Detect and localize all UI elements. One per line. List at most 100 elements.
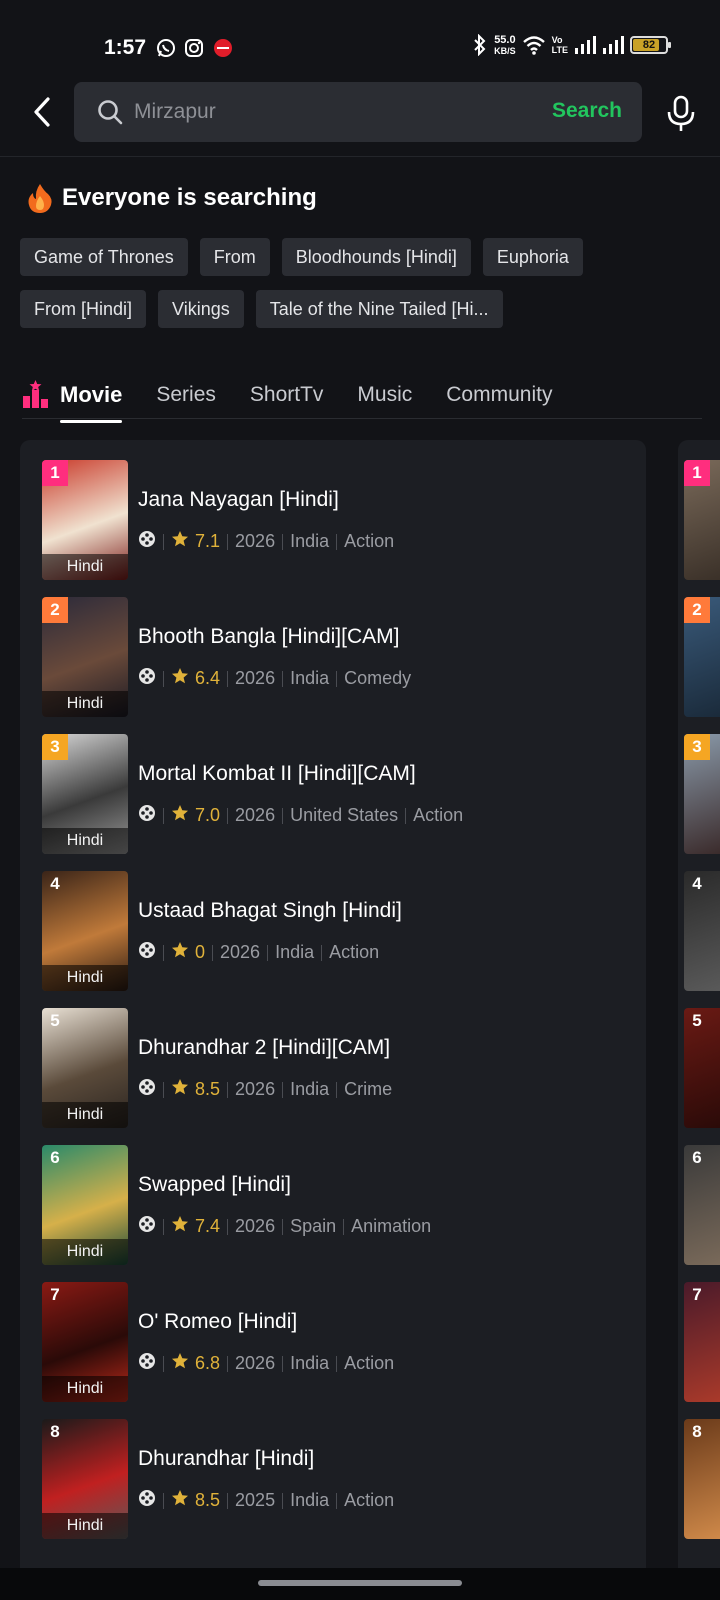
rating-value: 7.0 <box>195 805 221 825</box>
film-reel-icon <box>138 667 156 690</box>
meta-separator <box>163 1492 164 1509</box>
wifi-icon <box>522 36 545 55</box>
movie-row[interactable]: 6 Hindi Swapped [Hindi] 7.4 2026 Spain Animati… <box>20 1125 646 1265</box>
trending-chip[interactable]: From [Hindi] <box>20 290 147 328</box>
movie-genre: Action <box>344 1490 395 1510</box>
movie-row[interactable]: 7 Hindi O' Romeo [Hindi] 6.8 2026 India Action <box>20 1262 646 1402</box>
back-arrow-icon <box>34 97 50 127</box>
status-bar: 1:57 55.0 KB/S Vo LTE 82 <box>0 0 720 80</box>
ranking-icon <box>23 380 48 408</box>
tab-shorttv[interactable]: ShortTv <box>250 375 324 415</box>
chip-row: Game of Thrones From Bloodhounds [Hindi] Eu… <box>20 238 710 276</box>
movie-country: United States <box>290 805 399 825</box>
movie-rating: 7.1 <box>171 530 220 553</box>
movie-poster: 3 Hindi <box>42 734 128 854</box>
rating-value: 6.4 <box>195 668 221 688</box>
back-button[interactable] <box>26 92 58 132</box>
movie-rating: 7.4 <box>171 1215 220 1238</box>
meta-separator <box>212 944 214 961</box>
volte-label: Vo LTE <box>551 35 568 55</box>
meta-separator <box>282 670 284 687</box>
movie-poster: 6 Hindi <box>42 1145 128 1265</box>
rank-badge: 4 <box>692 874 702 893</box>
tab-series[interactable]: Series <box>156 375 216 415</box>
search-button[interactable]: Search <box>552 99 622 123</box>
movie-year: 2026 <box>235 1079 276 1099</box>
movie-meta: 8.5 2025 India Action <box>138 1489 394 1512</box>
rank-badge: 8 <box>50 1422 60 1441</box>
battery-icon: 82 <box>630 36 671 54</box>
trending-chip[interactable]: Tale of the Nine Tailed [Hi... <box>255 290 503 328</box>
language-tag: Hindi <box>42 1513 128 1539</box>
movie-rating: 8.5 <box>171 1489 220 1512</box>
movie-year: 2026 <box>220 942 261 962</box>
movie-poster: 7 Hindi <box>42 1282 128 1402</box>
trending-chip[interactable]: Vikings <box>158 290 244 328</box>
home-indicator[interactable] <box>258 1580 462 1586</box>
second-ranking-list-peek[interactable]: 1 2 3 4 5 6 7 8 <box>678 440 720 1580</box>
movie-title: Jana Nayagan [Hindi] <box>138 488 339 511</box>
peek-poster: 7 <box>684 1282 720 1402</box>
tab-music[interactable]: Music <box>357 375 412 415</box>
tab-movie[interactable]: Movie <box>60 375 123 423</box>
movie-title: Ustaad Bhagat Singh [Hindi] <box>138 899 402 922</box>
meta-separator <box>282 1081 284 1098</box>
trending-chip[interactable]: Euphoria <box>482 238 583 276</box>
trending-chip[interactable]: Game of Thrones <box>20 238 188 276</box>
film-reel-icon <box>138 1352 156 1375</box>
movie-row[interactable]: 5 Hindi Dhurandhar 2 [Hindi][CAM] 8.5 2026 In… <box>20 988 646 1128</box>
trending-chip[interactable]: From <box>199 238 270 276</box>
rank-badge: 7 <box>50 1285 60 1304</box>
peek-poster: 6 <box>684 1145 720 1265</box>
tabs-divider <box>22 418 702 419</box>
meta-separator <box>336 533 338 550</box>
rank-badge: 3 <box>42 734 68 760</box>
movie-year: 2025 <box>235 1490 276 1510</box>
movie-year: 2026 <box>235 531 276 551</box>
movie-rating: 6.8 <box>171 1352 220 1375</box>
movie-poster: 4 Hindi <box>42 871 128 991</box>
rank-badge: 1 <box>42 460 68 486</box>
movie-country: India <box>275 942 315 962</box>
rank-badge: 5 <box>692 1011 702 1030</box>
movie-genre: Crime <box>344 1079 393 1099</box>
rank-badge: 4 <box>50 874 60 893</box>
meta-separator <box>227 1081 229 1098</box>
search-bar: Search <box>74 82 642 142</box>
movie-row[interactable]: 1 Hindi Jana Nayagan [Hindi] 7.1 2026 India Ac… <box>20 440 646 580</box>
movie-title: O' Romeo [Hindi] <box>138 1310 298 1333</box>
meta-separator <box>343 1218 345 1235</box>
movie-meta: 6.8 2026 India Action <box>138 1352 394 1375</box>
meta-separator <box>282 1492 284 1509</box>
trending-chips: Game of Thrones From Bloodhounds [Hindi] Eu… <box>20 238 710 342</box>
rank-badge: 8 <box>692 1422 702 1441</box>
movie-row[interactable]: 2 Hindi Bhooth Bangla [Hindi][CAM] 6.4 2026 I… <box>20 577 646 717</box>
movie-meta: 6.4 2026 India Comedy <box>138 667 411 690</box>
tab-community[interactable]: Community <box>446 375 552 415</box>
search-input[interactable] <box>134 82 514 142</box>
peek-poster: 2 <box>684 597 720 717</box>
movie-genre: Action <box>344 1353 395 1373</box>
meta-separator <box>227 807 229 824</box>
rating-value: 8.5 <box>195 1079 221 1099</box>
trending-header: Everyone is searching <box>26 182 317 214</box>
movie-country: Spain <box>290 1216 337 1236</box>
trending-chip[interactable]: Bloodhounds [Hindi] <box>281 238 471 276</box>
trending-title: Everyone is searching <box>62 184 317 211</box>
meta-separator <box>163 1218 164 1235</box>
movie-row[interactable]: 3 Hindi Mortal Kombat II [Hindi][CAM] 7.0 20… <box>20 714 646 854</box>
instagram-icon <box>185 39 203 57</box>
star-icon <box>171 941 189 964</box>
movie-title: Swapped [Hindi] <box>138 1173 291 1196</box>
meta-separator <box>163 944 164 961</box>
film-reel-icon <box>138 530 156 553</box>
movie-year: 2026 <box>235 805 276 825</box>
movie-rating: 6.4 <box>171 667 220 690</box>
star-icon <box>171 1078 189 1101</box>
movie-row[interactable]: 8 Hindi Dhurandhar [Hindi] 8.5 2025 India Acti… <box>20 1399 646 1539</box>
whatsapp-icon <box>157 39 175 57</box>
movie-row[interactable]: 4 Hindi Ustaad Bhagat Singh [Hindi] 0 2026 In… <box>20 851 646 991</box>
voice-search-button[interactable] <box>664 94 698 134</box>
star-icon <box>171 530 189 553</box>
movie-genre: Action <box>413 805 464 825</box>
